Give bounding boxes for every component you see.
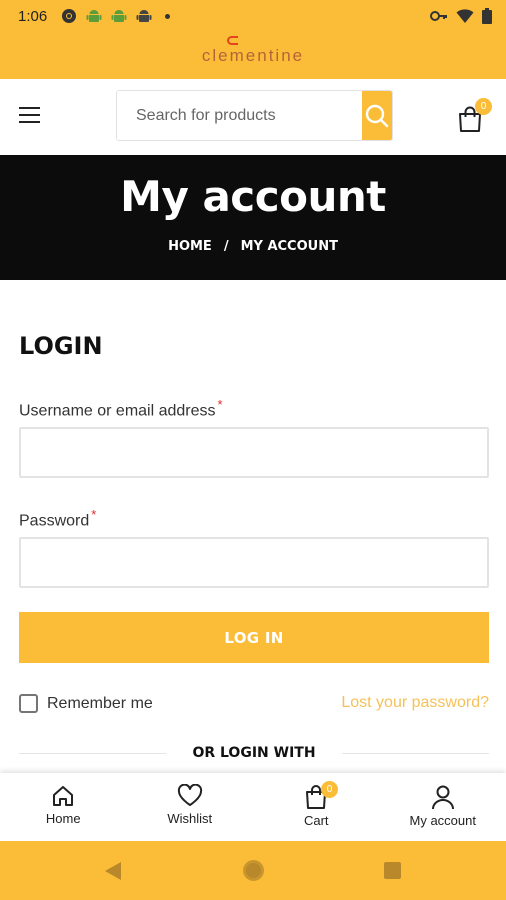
username-label: Username or email address * [19, 397, 223, 420]
nav-cart-label: Cart [303, 813, 329, 828]
remember-me: Remember me [19, 694, 153, 713]
nav-wishlist[interactable]: Wishlist [127, 773, 254, 841]
divider-line [341, 752, 489, 754]
password-label-text: Password [19, 512, 90, 530]
nav-wishlist-label: Wishlist [167, 811, 213, 826]
remember-me-checkbox[interactable] [19, 694, 38, 713]
brand-banner: clementine [0, 32, 506, 79]
heart-icon [177, 784, 202, 806]
nav-cart[interactable]: 0 Cart [253, 773, 380, 841]
brand-logo[interactable]: clementine [201, 35, 305, 66]
android-icon [86, 10, 102, 22]
logo-text: clementine [201, 45, 305, 65]
nav-home[interactable]: Home [0, 773, 127, 841]
wifi-icon [456, 9, 474, 23]
required-mark: * [217, 397, 223, 412]
username-field[interactable] [19, 427, 489, 478]
user-icon [431, 785, 454, 810]
key-icon [430, 11, 447, 21]
chrome-icon [62, 9, 77, 23]
system-navigation-bar [0, 841, 506, 900]
battery-icon [482, 8, 492, 24]
home-button-icon[interactable] [243, 860, 264, 881]
page-hero: My account HOME / MY ACCOUNT [0, 155, 506, 280]
search-input[interactable] [117, 91, 362, 140]
search-button[interactable] [362, 91, 392, 140]
home-icon [53, 786, 74, 806]
divider-line [19, 752, 167, 754]
back-icon[interactable] [103, 861, 123, 881]
breadcrumb-current: MY ACCOUNT [240, 239, 338, 254]
recent-apps-icon[interactable] [384, 862, 401, 879]
breadcrumb-separator: / [223, 239, 229, 254]
menu-icon[interactable] [19, 107, 40, 125]
login-heading: LOGIN [19, 332, 103, 360]
breadcrumb: HOME / MY ACCOUNT [0, 239, 506, 254]
logo-mark-icon [227, 35, 239, 45]
android-icon [136, 10, 152, 22]
more-notifications-dot [165, 13, 171, 19]
header-cart-button[interactable]: 0 [458, 98, 492, 133]
required-mark: * [91, 507, 97, 522]
site-header: 0 [0, 79, 506, 155]
password-field[interactable] [19, 537, 489, 588]
nav-home-label: Home [45, 811, 81, 826]
remember-me-label[interactable]: Remember me [47, 695, 153, 713]
or-login-with-text: OR LOGIN WITH [192, 745, 316, 761]
password-label: Password * [19, 507, 96, 530]
header-cart-count-badge: 0 [475, 98, 492, 115]
breadcrumb-home-link[interactable]: HOME [168, 239, 212, 254]
status-bar: 1:06 [0, 0, 506, 32]
search-bar [116, 90, 393, 141]
android-icon [111, 10, 127, 22]
nav-my-account-label: My account [409, 813, 476, 828]
nav-cart-count-badge: 0 [321, 781, 338, 798]
notification-icons [61, 8, 171, 24]
nav-my-account[interactable]: My account [380, 773, 506, 841]
social-login-divider: OR LOGIN WITH [19, 742, 489, 764]
username-label-text: Username or email address [19, 402, 216, 420]
search-icon [365, 104, 389, 127]
lost-password-link[interactable]: Lost your password? [341, 694, 489, 712]
page-title: My account [120, 172, 386, 221]
system-icons [430, 8, 492, 24]
status-time: 1:06 [18, 7, 48, 25]
bottom-navigation: Home Wishlist 0 Cart My account [0, 773, 506, 841]
login-button[interactable]: LOG IN [19, 612, 489, 663]
